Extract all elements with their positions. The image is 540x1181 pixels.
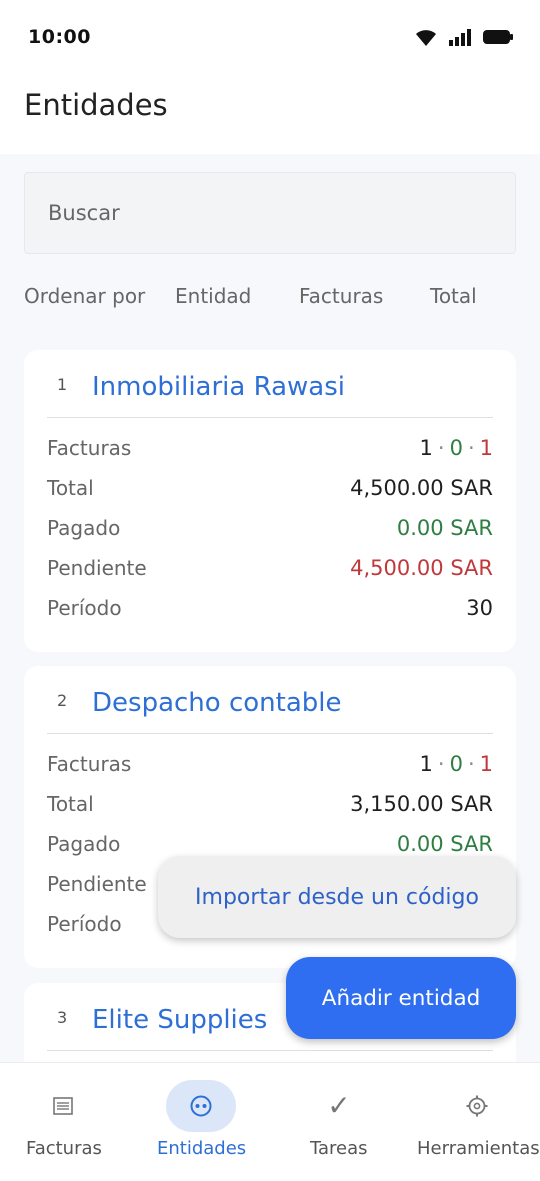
entity-name[interactable]: Despacho contable bbox=[92, 688, 341, 718]
battery-icon bbox=[483, 30, 513, 44]
entity-index: 3 bbox=[57, 1008, 68, 1027]
invoices-row: Facturas 1 · 0 · 1 bbox=[47, 436, 493, 466]
add-entity-label: Añadir entidad bbox=[321, 985, 481, 1011]
invoices-paid-count: 0 bbox=[449, 436, 463, 460]
page-title: Entidades bbox=[24, 88, 168, 122]
nav-icon-container bbox=[442, 1080, 512, 1132]
wifi-icon bbox=[416, 30, 436, 46]
nav-icon-container bbox=[28, 1080, 98, 1132]
gear-icon bbox=[466, 1095, 488, 1117]
separator-dot: · bbox=[437, 436, 445, 460]
period-label: Período bbox=[47, 596, 122, 620]
period-value: 30 bbox=[466, 596, 493, 620]
entity-card[interactable]: 1 Inmobiliaria Rawasi Facturas 1 · 0 · 1 Tot… bbox=[24, 350, 516, 652]
import-from-code-button[interactable]: Importar desde un código bbox=[158, 856, 516, 938]
nav-label: Facturas bbox=[26, 1138, 102, 1159]
search-box[interactable] bbox=[24, 172, 516, 254]
sort-label: Ordenar por bbox=[24, 284, 146, 308]
sort-by-total-button[interactable]: Total bbox=[430, 284, 477, 308]
search-input[interactable] bbox=[48, 201, 488, 225]
signal-icon bbox=[449, 29, 471, 46]
nav-item-tools[interactable]: Herramientas bbox=[408, 1063, 540, 1181]
nav-label: Tareas bbox=[310, 1138, 368, 1159]
app-header: Entidades bbox=[0, 74, 540, 154]
total-value: 4,500.00 SAR bbox=[350, 476, 493, 500]
total-value: 3,150.00 SAR bbox=[350, 792, 493, 816]
add-entity-button[interactable]: Añadir entidad bbox=[286, 957, 516, 1039]
entity-card-header: 2 Despacho contable bbox=[47, 666, 493, 734]
entity-index: 1 bbox=[57, 375, 68, 394]
pending-row: Pendiente 4,500.00 SAR bbox=[47, 556, 493, 586]
sort-by-entity-button[interactable]: Entidad bbox=[175, 284, 251, 308]
invoices-pending-count: 1 bbox=[479, 752, 493, 776]
total-row: Total 3,150.00 SAR bbox=[47, 792, 493, 822]
check-icon: ✓ bbox=[327, 1089, 351, 1122]
pending-value: 4,500.00 SAR bbox=[350, 556, 493, 580]
paid-label: Pagado bbox=[47, 832, 121, 856]
period-row: Período 30 bbox=[47, 596, 493, 626]
invoices-label: Facturas bbox=[47, 436, 132, 460]
entity-name[interactable]: Inmobiliaria Rawasi bbox=[92, 372, 345, 402]
invoices-total-count: 1 bbox=[419, 436, 433, 460]
total-row: Total 4,500.00 SAR bbox=[47, 476, 493, 506]
status-bar: 10:00 bbox=[0, 0, 540, 74]
paid-row: Pagado 0.00 SAR bbox=[47, 516, 493, 546]
list-icon bbox=[53, 1097, 73, 1115]
entity-card-header: 1 Inmobiliaria Rawasi bbox=[47, 350, 493, 418]
paid-label: Pagado bbox=[47, 516, 121, 540]
sort-by-invoices-button[interactable]: Facturas bbox=[299, 284, 383, 308]
nav-icon-container bbox=[166, 1080, 236, 1132]
total-label: Total bbox=[47, 792, 94, 816]
paid-value: 0.00 SAR bbox=[396, 516, 493, 540]
import-from-code-label: Importar desde un código bbox=[195, 884, 479, 910]
nav-item-invoices[interactable]: Facturas bbox=[0, 1063, 126, 1181]
bottom-nav: Facturas Entidades ✓ Tareas Herramientas bbox=[0, 1062, 540, 1181]
nav-item-entities[interactable]: Entidades bbox=[132, 1063, 270, 1181]
entity-name[interactable]: Elite Supplies bbox=[92, 1005, 267, 1035]
total-label: Total bbox=[47, 476, 94, 500]
paid-value: 0.00 SAR bbox=[396, 832, 493, 856]
pending-label: Pendiente bbox=[47, 556, 147, 580]
separator-dot: · bbox=[467, 752, 475, 776]
status-time: 10:00 bbox=[28, 26, 91, 48]
separator-dot: · bbox=[467, 436, 475, 460]
invoices-row: Facturas 1 · 0 · 1 bbox=[47, 752, 493, 782]
invoices-paid-count: 0 bbox=[449, 752, 463, 776]
pending-label: Pendiente bbox=[47, 872, 147, 896]
nav-label: Entidades bbox=[157, 1138, 247, 1159]
invoices-pending-count: 1 bbox=[479, 436, 493, 460]
nav-item-tasks[interactable]: ✓ Tareas bbox=[276, 1063, 402, 1181]
invoices-counts: 1 · 0 · 1 bbox=[420, 752, 494, 776]
period-label: Período bbox=[47, 912, 122, 936]
nav-label: Herramientas bbox=[417, 1138, 540, 1159]
entity-index: 2 bbox=[57, 691, 68, 710]
status-icons bbox=[414, 27, 514, 47]
invoices-total-count: 1 bbox=[419, 752, 433, 776]
nav-icon-container: ✓ bbox=[304, 1080, 374, 1132]
invoices-counts: 1 · 0 · 1 bbox=[420, 436, 494, 460]
entities-icon bbox=[190, 1095, 212, 1117]
separator-dot: · bbox=[437, 752, 445, 776]
invoices-label: Facturas bbox=[47, 752, 132, 776]
